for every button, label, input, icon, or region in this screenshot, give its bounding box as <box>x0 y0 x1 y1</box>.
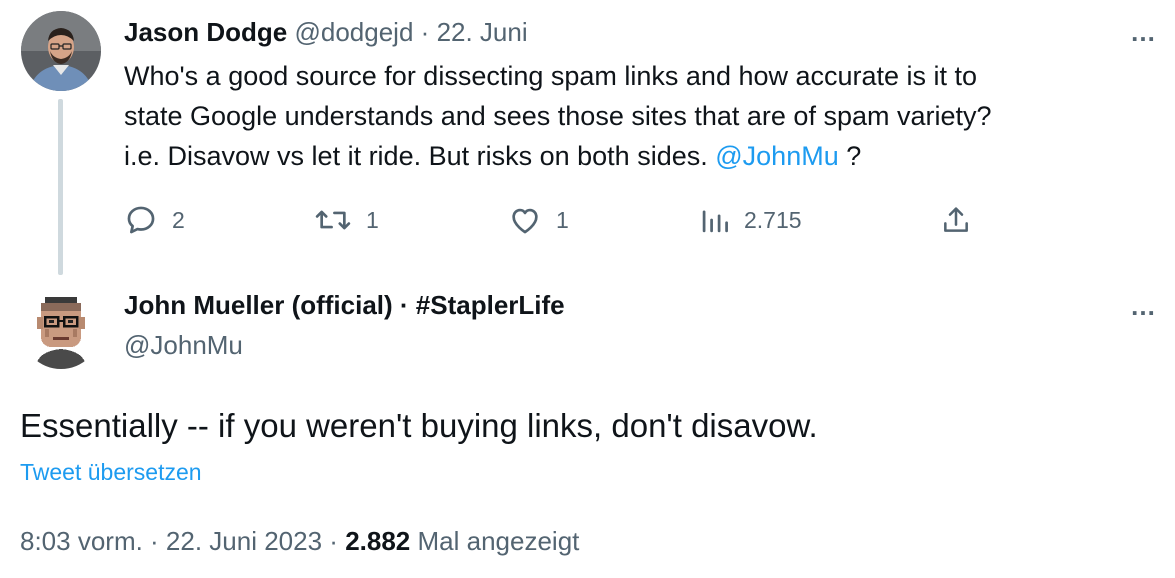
parent-more-options-icon[interactable]: … <box>1130 19 1157 45</box>
main-author-name[interactable]: John Mueller (official) · #StaplerLife <box>124 287 565 323</box>
views-label: Mal angezeigt <box>417 526 580 556</box>
views-button[interactable]: 2.715 <box>700 200 802 240</box>
analytics-icon <box>702 210 728 233</box>
parent-tweet-date[interactable]: 22. Juni <box>437 17 528 47</box>
parent-author-handle[interactable]: @dodgejd <box>294 17 413 47</box>
view-count: 2.715 <box>744 206 802 233</box>
main-tweet-text: Essentially -- if you weren't buying lin… <box>20 407 818 444</box>
header-separator: · <box>420 17 430 47</box>
main-view-count: 2.882 <box>345 526 411 556</box>
parent-tweet-header: Jason Dodge @dodgejd · 22. Juni <box>124 14 528 50</box>
share-button[interactable] <box>940 200 972 240</box>
share-icon <box>944 207 968 232</box>
thread-connector-line <box>58 99 63 275</box>
parent-text-line: i.e. Disavow vs let it ride. But risks o… <box>124 136 1134 176</box>
parent-tweet-text: Who's a good source for dissecting spam … <box>124 56 1134 176</box>
tweet-meta: 8:03 vorm. · 22. Juni 2023 · 2.882 Mal a… <box>20 523 579 559</box>
retweet-icon <box>315 210 351 230</box>
parent-text-line3-end: ? <box>846 141 862 171</box>
mention-link[interactable]: @JohnMu <box>715 141 838 171</box>
avatar-john-mueller[interactable] <box>21 289 101 369</box>
heart-icon <box>512 208 538 234</box>
avatar-jason-dodge[interactable] <box>21 11 101 91</box>
reply-button[interactable]: 2 <box>124 200 185 240</box>
translate-tweet-link[interactable]: Tweet übersetzen <box>20 457 202 487</box>
parent-tweet-actions: 2 1 1 2.715 <box>124 200 984 240</box>
like-count: 1 <box>556 206 569 233</box>
parent-text-line3: i.e. Disavow vs let it ride. But risks o… <box>124 141 708 171</box>
parent-text-line: state Google understands and sees those … <box>124 101 992 131</box>
main-author-handle[interactable]: @JohnMu <box>124 327 243 363</box>
tweet-timestamp[interactable]: 8:03 vorm. · 22. Juni 2023 · <box>20 526 338 556</box>
tweet-page: Jason Dodge @dodgejd · 22. Juni … Who's … <box>0 0 1175 578</box>
reply-icon <box>127 206 155 234</box>
parent-text-line: Who's a good source for dissecting spam … <box>124 61 978 91</box>
retweet-button[interactable]: 1 <box>314 200 379 240</box>
retweet-count: 1 <box>366 206 379 233</box>
parent-author-name[interactable]: Jason Dodge <box>124 17 287 47</box>
like-button[interactable]: 1 <box>508 200 569 240</box>
reply-count: 2 <box>172 206 185 233</box>
main-more-options-icon[interactable]: … <box>1130 293 1157 319</box>
